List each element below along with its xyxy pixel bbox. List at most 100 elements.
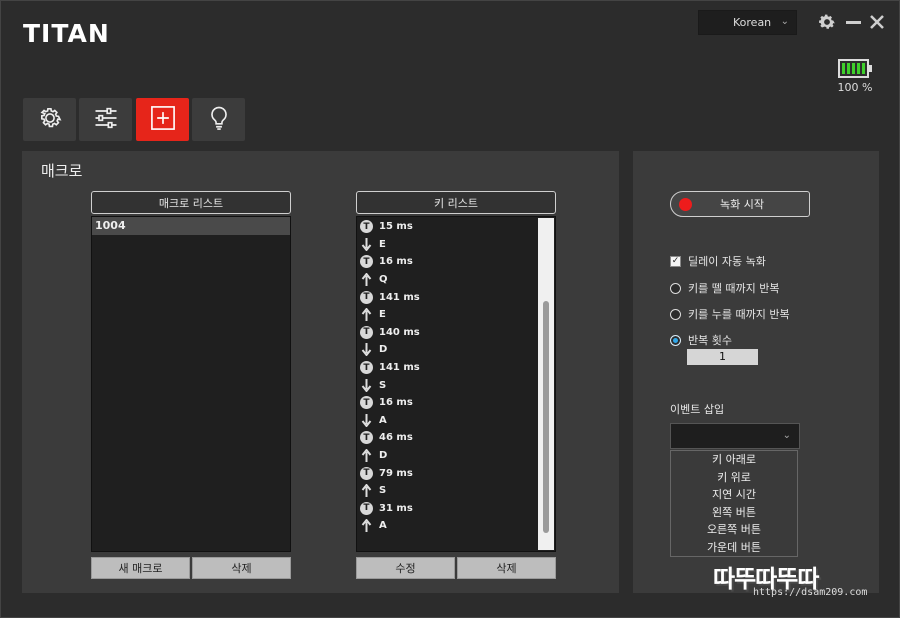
key-list-item[interactable]: S <box>358 376 538 394</box>
tab-sliders[interactable] <box>79 98 132 141</box>
key-list-item[interactable]: T 141 ms <box>358 359 538 377</box>
event-option[interactable]: 오른쪽 버튼 <box>671 521 797 539</box>
chevron-down-icon: ⌄ <box>782 430 791 441</box>
scroll-thumb[interactable] <box>543 301 549 533</box>
delete-macro-button[interactable]: 삭제 <box>192 557 291 579</box>
battery-level: 100 % <box>837 81 873 94</box>
new-macro-button[interactable]: 새 매크로 <box>91 557 190 579</box>
event-option[interactable]: 왼쪽 버튼 <box>671 504 797 522</box>
arrow-down-icon <box>360 378 373 392</box>
event-option[interactable]: 키 아래로 <box>671 451 797 469</box>
arrow-down-icon <box>360 343 373 357</box>
language-selected: Korean <box>733 16 772 29</box>
key-list-item[interactable]: T 140 ms <box>358 324 538 342</box>
key-list-item-text: E <box>379 238 386 250</box>
macro-list[interactable]: 1004 <box>91 216 291 552</box>
event-insert-label: 이벤트 삽입 <box>670 403 725 416</box>
timer-icon: T <box>360 466 373 480</box>
arrow-down-icon <box>360 237 373 251</box>
key-list-item[interactable]: D <box>358 341 538 359</box>
key-list-item-text: 15 ms <box>379 221 413 233</box>
key-list-item-text: 141 ms <box>379 362 420 374</box>
key-list-item[interactable]: T 79 ms <box>358 464 538 482</box>
key-list-item[interactable]: T 16 ms <box>358 253 538 271</box>
plus-square-icon <box>149 104 177 136</box>
key-list-item[interactable]: A <box>358 517 538 535</box>
sliders-icon <box>92 104 120 136</box>
key-list-item[interactable]: T 15 ms <box>358 218 538 236</box>
timer-icon: T <box>360 290 373 304</box>
watermark: 따뚜따뚜따 https://dsam209.com <box>713 559 893 605</box>
key-list-item-text: 31 ms <box>379 502 413 514</box>
key-list-item[interactable]: T 141 ms <box>358 288 538 306</box>
arrow-up-icon <box>360 308 373 322</box>
repeat-until-release-label: 키를 뗄 때까지 반복 <box>688 282 780 295</box>
key-list-header: 키 리스트 <box>356 191 556 214</box>
timer-icon: T <box>360 220 373 234</box>
lightbulb-icon <box>205 104 233 136</box>
minimize-icon[interactable] <box>842 11 864 33</box>
record-start-button[interactable]: 녹화 시작 <box>670 191 810 217</box>
key-list-item[interactable]: Q <box>358 271 538 289</box>
tab-macro[interactable] <box>136 98 189 141</box>
repeat-count-label: 반복 횟수 <box>688 334 732 347</box>
key-list-item-text: S <box>379 485 387 497</box>
tab-settings[interactable] <box>23 98 76 141</box>
delete-key-button[interactable]: 삭제 <box>457 557 556 579</box>
key-list-item[interactable]: T 46 ms <box>358 429 538 447</box>
record-dot-icon <box>679 197 692 211</box>
key-list-item-text: 140 ms <box>379 326 420 338</box>
key-list[interactable]: T 15 ms E T 16 ms Q T 141 ms E T 140 ms D T 141 ms S T 1… <box>356 216 556 552</box>
key-list-item-text: D <box>379 344 388 356</box>
delay-auto-record-label: 딜레이 자동 녹화 <box>688 255 766 268</box>
key-list-item-text: E <box>379 309 386 321</box>
tab-light[interactable] <box>192 98 245 141</box>
macro-list-header: 매크로 리스트 <box>91 191 291 214</box>
page-title: 매크로 <box>41 162 83 180</box>
repeat-until-press-radio[interactable]: 키를 누를 때까지 반복 <box>670 306 790 322</box>
timer-icon: T <box>360 255 373 269</box>
key-list-item[interactable]: E <box>358 306 538 324</box>
edit-button[interactable]: 수정 <box>356 557 455 579</box>
event-option[interactable]: 가운데 버튼 <box>671 539 797 557</box>
battery-icon <box>838 59 872 78</box>
chevron-down-icon: ⌄ <box>780 16 789 27</box>
key-list-item[interactable]: D <box>358 447 538 465</box>
key-list-item-text: A <box>379 414 387 426</box>
macro-list-item[interactable]: 1004 <box>92 217 290 235</box>
key-list-item[interactable]: A <box>358 412 538 430</box>
close-icon[interactable] <box>866 11 888 33</box>
key-list-item-text: 46 ms <box>379 432 413 444</box>
event-insert-select[interactable]: ⌄ <box>670 423 800 449</box>
key-list-item[interactable]: E <box>358 236 538 254</box>
key-list-item-text: S <box>379 379 387 391</box>
event-option[interactable]: 지연 시간 <box>671 486 797 504</box>
settings-gear-icon[interactable] <box>816 11 838 33</box>
repeat-until-release-radio[interactable]: 키를 뗄 때까지 반복 <box>670 280 779 296</box>
gear-icon <box>36 104 64 136</box>
language-select[interactable]: Korean ⌄ <box>698 10 797 35</box>
key-list-item-text: 16 ms <box>379 256 413 268</box>
arrow-up-icon <box>360 484 373 498</box>
key-list-scrollbar[interactable] <box>538 218 554 550</box>
arrow-down-icon <box>360 413 373 427</box>
record-start-label: 녹화 시작 <box>720 198 764 211</box>
key-list-item[interactable]: S <box>358 482 538 500</box>
timer-icon: T <box>360 361 373 375</box>
key-list-items: T 15 ms E T 16 ms Q T 141 ms E T 140 ms D T 141 ms S T 1… <box>358 218 538 535</box>
key-list-item-text: 141 ms <box>379 291 420 303</box>
timer-icon: T <box>360 325 373 339</box>
timer-icon: T <box>360 396 373 410</box>
event-option[interactable]: 키 위로 <box>671 469 797 487</box>
arrow-up-icon <box>360 519 373 533</box>
key-list-item[interactable]: T 16 ms <box>358 394 538 412</box>
key-list-item[interactable]: T 31 ms <box>358 500 538 518</box>
radio-icon <box>670 282 681 294</box>
timer-icon: T <box>360 431 373 445</box>
arrow-up-icon <box>360 273 373 287</box>
repeat-count-input[interactable]: 1 <box>687 349 758 365</box>
repeat-count-radio[interactable]: 반복 횟수 <box>670 332 732 348</box>
app-window: TITAN Korean ⌄ 100 % 매크로 매크로 리스트 1004 새 … <box>0 0 900 618</box>
delay-auto-record-checkbox[interactable]: ✓ 딜레이 자동 녹화 <box>670 253 766 269</box>
key-list-item-text: Q <box>379 274 388 286</box>
